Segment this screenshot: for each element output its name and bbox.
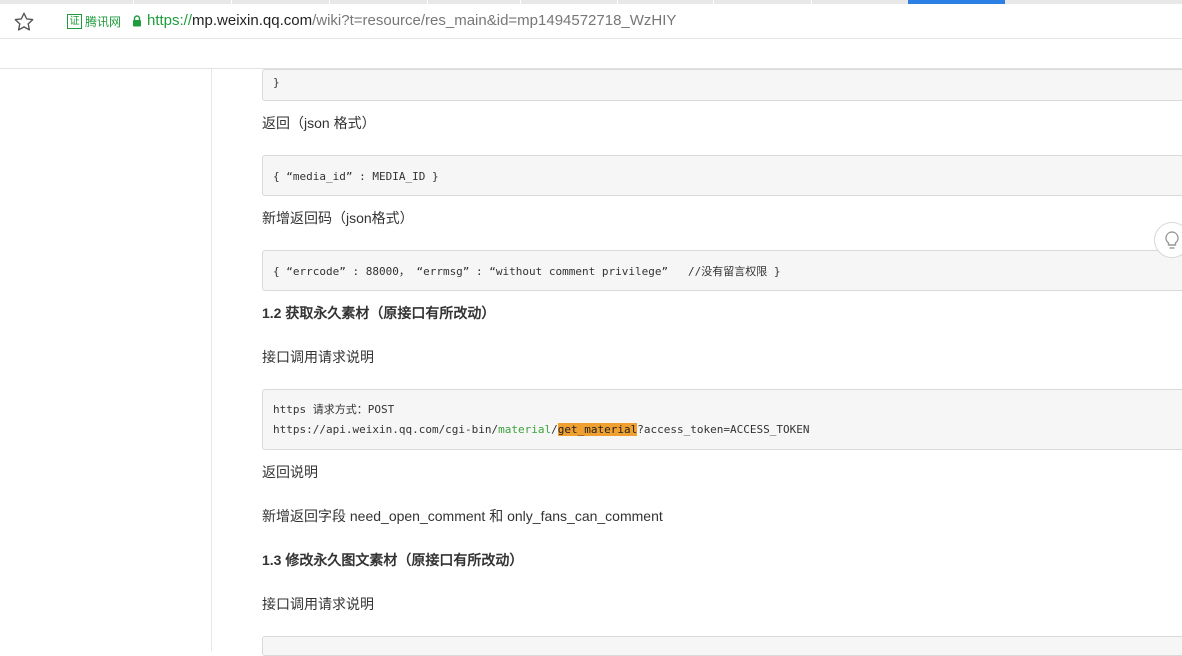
sidebar xyxy=(0,69,212,651)
return-json-label: 返回（json 格式） xyxy=(262,115,376,131)
url-scheme: https:// xyxy=(147,12,193,29)
certificate-label: 腾讯网 xyxy=(85,15,122,29)
address-bar[interactable]: 证 腾讯网 https://mp.weixin.qq.com/wiki?t=re… xyxy=(0,4,1182,39)
request-description-label: 接口调用请求说明 xyxy=(262,596,374,612)
url-prefix: https://api.weixin.qq.com/cgi-bin/ xyxy=(273,423,499,436)
page-top-bar xyxy=(0,39,1182,69)
url-slash: / xyxy=(551,423,558,436)
code-line: https 请求方式：POST xyxy=(273,403,395,416)
code-block-partial xyxy=(262,636,1182,656)
code-block-close: } xyxy=(262,69,1182,101)
lock-icon xyxy=(133,15,141,27)
code-text: { “media_id” : MEDIA_ID } xyxy=(273,170,439,183)
article-content: } 返回（json 格式） { “media_id” : MEDIA_ID } … xyxy=(262,69,1182,656)
url-material: material xyxy=(498,423,552,436)
url-get-material-highlight: get_material xyxy=(557,423,638,436)
new-return-code-label: 新增返回码（json格式） xyxy=(262,210,414,226)
certificate-icon: 证 xyxy=(67,14,82,29)
url-path: /wiki?t=resource/res_main&id=mp149457271… xyxy=(312,12,677,29)
code-block-media-id: { “media_id” : MEDIA_ID } xyxy=(262,155,1182,196)
star-icon[interactable] xyxy=(13,11,35,33)
url-suffix: ?access_token=ACCESS_TOKEN xyxy=(637,423,810,436)
certificate-badge[interactable]: 证 腾讯网 xyxy=(67,13,121,30)
code-text: } xyxy=(273,76,280,89)
code-block-request: https 请求方式：POST https://api.weixin.qq.com… xyxy=(262,389,1182,450)
url-host: mp.weixin.qq.com xyxy=(192,12,313,29)
code-text: { “errcode” : 88000， “errmsg” : “without… xyxy=(273,265,781,278)
request-description-label: 接口调用请求说明 xyxy=(262,349,374,365)
code-block-errcode: { “errcode” : 88000， “errmsg” : “without… xyxy=(262,250,1182,291)
url-field[interactable]: https://mp.weixin.qq.com/wiki?t=resource… xyxy=(147,12,676,29)
new-fields-text: 新增返回字段 need_open_comment 和 only_fans_can… xyxy=(262,508,663,524)
code-line: https://api.weixin.qq.com/cgi-bin/materi… xyxy=(273,420,1172,440)
section-heading-1-3: 1.3 修改永久图文素材（原接口有所改动） xyxy=(262,552,524,568)
lightbulb-icon xyxy=(1165,231,1179,249)
feedback-button[interactable] xyxy=(1154,222,1182,258)
return-description-label: 返回说明 xyxy=(262,464,318,480)
section-heading-1-2: 1.2 获取永久素材（原接口有所改动） xyxy=(262,305,496,321)
